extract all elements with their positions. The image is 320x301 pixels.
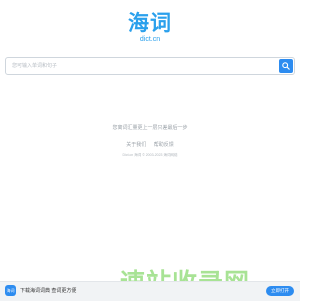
search-icon: [282, 62, 290, 70]
logo-domain: dict.cn: [139, 36, 161, 43]
open-app-button[interactable]: 立即打开: [266, 286, 294, 296]
copyright-text: Dict.cn 海词 © 2003-2023 海词网络: [122, 153, 178, 157]
site-logo[interactable]: 海词 dict.cn: [0, 12, 300, 44]
footer-links: 关于我们 帮助反馈: [0, 141, 300, 148]
link-feedback[interactable]: 帮助反馈: [154, 141, 174, 148]
download-promo-text: 下载海词词典 查词更方便: [20, 288, 77, 294]
search-bar: [5, 57, 295, 75]
tagline-text: 您离词汇量更上一层只差最后一步: [112, 125, 188, 131]
search-input[interactable]: [6, 58, 276, 74]
search-button[interactable]: [279, 59, 293, 73]
app-download-banner[interactable]: 海词 下载海词词典 查词更方便 立即打开: [0, 281, 300, 301]
logo-mark: 海词: [128, 11, 172, 35]
link-about[interactable]: 关于我们: [126, 141, 146, 148]
app-icon: 海词: [5, 285, 16, 296]
